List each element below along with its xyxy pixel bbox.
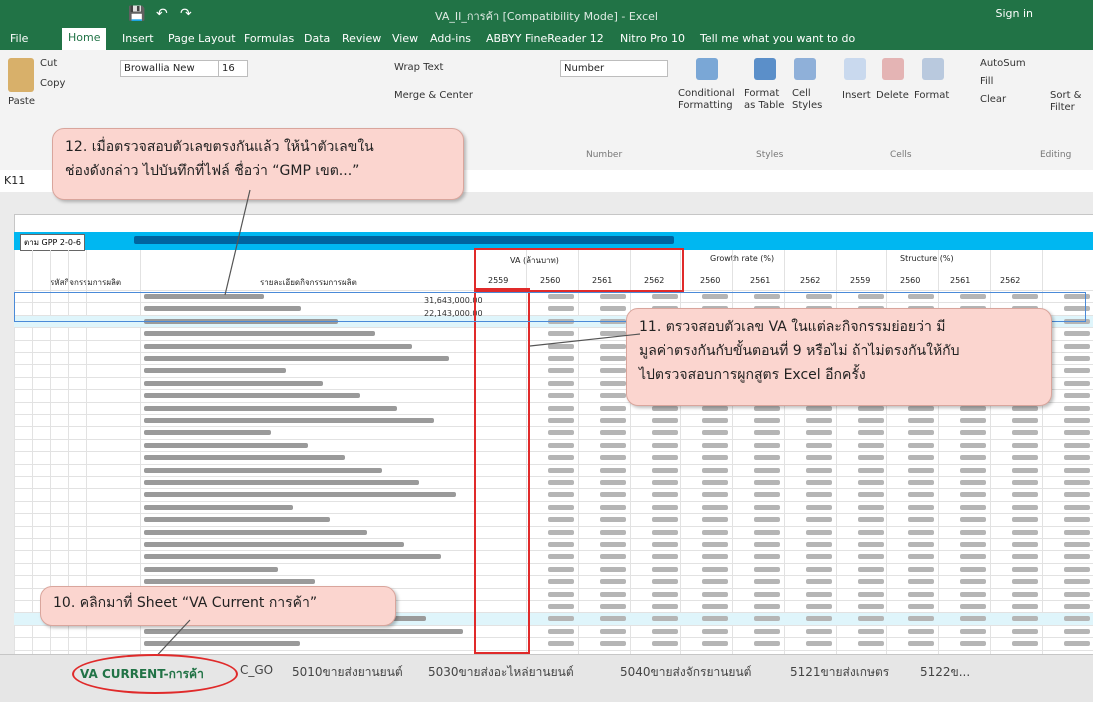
- pointer-11: [530, 334, 640, 346]
- sheet-tab-5122[interactable]: 5122ข...: [920, 663, 970, 682]
- callout-pointers: [0, 0, 1093, 701]
- sheet-tab-5010[interactable]: 5010ขายส่งยานยนต์: [292, 663, 403, 682]
- sheet-tab-5121[interactable]: 5121ขายส่งเกษตร: [790, 663, 889, 682]
- active-sheet-tab-highlight: [72, 654, 238, 694]
- sheet-tab-5030[interactable]: 5030ขายส่งอะไหล่ยานยนต์: [428, 663, 574, 682]
- sheet-tab-c-go[interactable]: C_GO: [240, 663, 273, 677]
- pointer-12: [225, 190, 250, 295]
- sheet-tab-5040[interactable]: 5040ขายส่งจักรยานยนต์: [620, 663, 751, 682]
